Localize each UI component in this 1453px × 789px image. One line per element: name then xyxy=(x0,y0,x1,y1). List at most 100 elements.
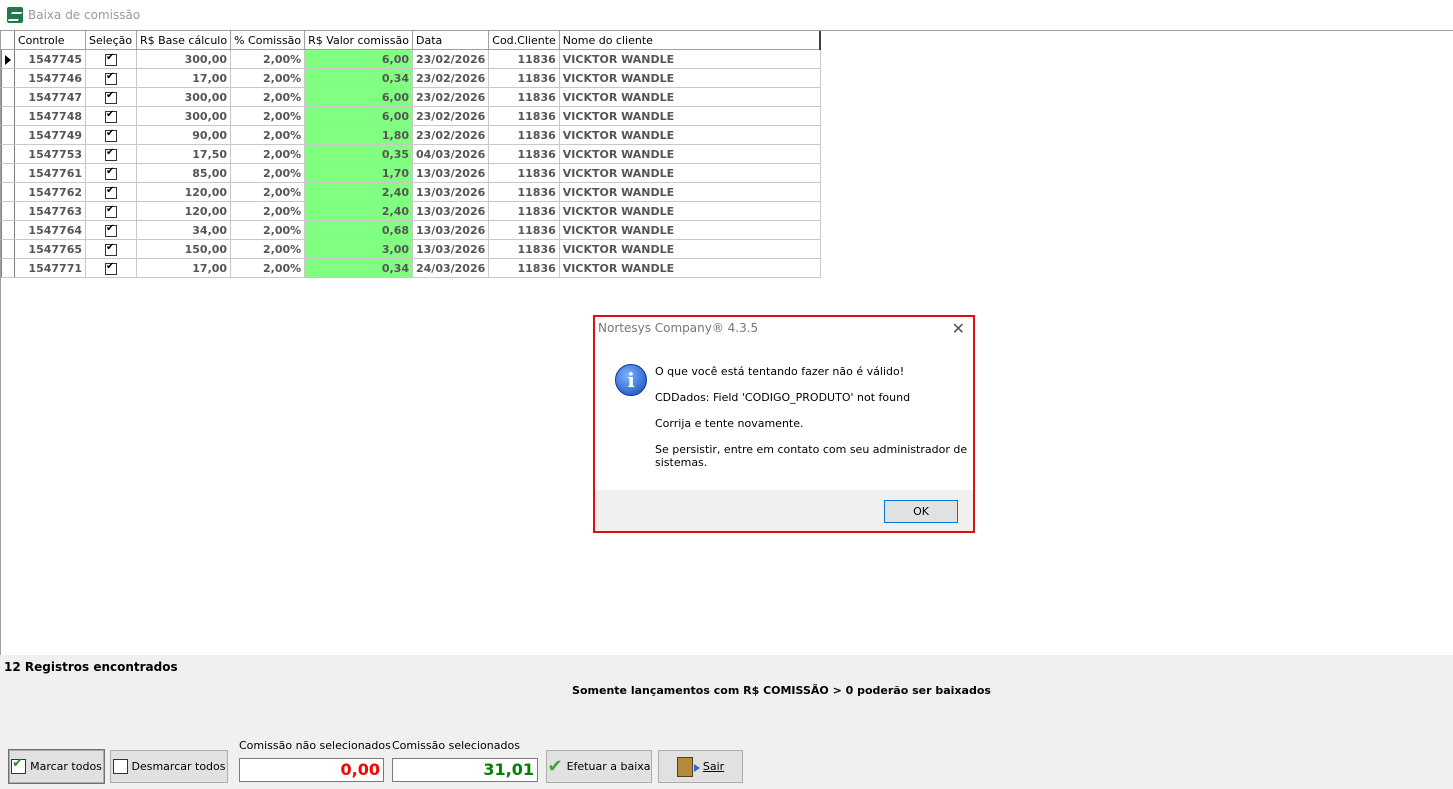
cell-pct: 2,00% xyxy=(230,106,306,126)
cell-controle: 1547764 xyxy=(14,220,86,240)
table-row[interactable]: 1547753 17,502,00%0,3504/03/202611836VICK… xyxy=(1,144,821,164)
cell-data: 23/02/2026 xyxy=(412,68,490,88)
error-dialog: Nortesys Company® 4.3.5 ✕ i O que você e… xyxy=(593,315,975,533)
row-indicator xyxy=(1,220,15,240)
cell-cod-cliente: 11836 xyxy=(488,87,560,107)
row-indicator xyxy=(1,68,15,88)
cell-valor: 6,00 xyxy=(304,87,413,107)
cell-selecao[interactable] xyxy=(85,68,137,88)
cell-selecao[interactable] xyxy=(85,49,137,69)
cell-pct: 2,00% xyxy=(230,68,306,88)
table-row[interactable]: 1547761 85,002,00%1,7013/03/202611836VICK… xyxy=(1,163,821,183)
cell-data: 13/03/2026 xyxy=(412,201,490,221)
cell-cod-cliente: 11836 xyxy=(488,68,560,88)
exit-button[interactable]: Sair xyxy=(658,750,743,783)
row-checkbox[interactable] xyxy=(105,71,117,85)
cell-selecao[interactable] xyxy=(85,258,137,278)
ok-button[interactable]: OK xyxy=(884,500,958,523)
dialog-message-line2: CDDados: Field 'CODIGO_PRODUTO' not foun… xyxy=(655,391,911,404)
row-checkbox[interactable] xyxy=(105,109,117,123)
cell-controle: 1547749 xyxy=(14,125,86,145)
cell-selecao[interactable] xyxy=(85,125,137,145)
dialog-message-line3: Corrija e tente novamente. xyxy=(655,417,804,430)
cell-valor: 6,00 xyxy=(304,106,413,126)
table-row[interactable]: 1547765 150,002,00%3,0013/03/202611836VIC… xyxy=(1,239,821,259)
cell-controle: 1547765 xyxy=(14,239,86,259)
execute-label: Efetuar a baixa xyxy=(566,760,651,773)
col-header-selecao[interactable]: Seleção xyxy=(85,31,137,50)
unmark-all-label: Desmarcar todos xyxy=(131,760,226,773)
cell-selecao[interactable] xyxy=(85,239,137,259)
row-checkbox[interactable] xyxy=(105,90,117,104)
dialog-footer: OK xyxy=(595,490,973,531)
cell-selecao[interactable] xyxy=(85,144,137,164)
cell-selecao[interactable] xyxy=(85,87,137,107)
row-checkbox[interactable] xyxy=(105,204,117,218)
cell-data: 23/02/2026 xyxy=(412,125,490,145)
row-checkbox[interactable] xyxy=(105,185,117,199)
cell-selecao[interactable] xyxy=(85,163,137,183)
row-checkbox[interactable] xyxy=(105,166,117,180)
cell-pct: 2,00% xyxy=(230,182,306,202)
mark-all-button[interactable]: Marcar todos xyxy=(8,749,105,784)
cell-nome-cliente: VICKTOR WANDLE xyxy=(559,182,821,202)
cell-valor: 0,34 xyxy=(304,68,413,88)
cell-selecao[interactable] xyxy=(85,106,137,126)
row-indicator-header xyxy=(1,31,15,50)
table-row[interactable]: 1547749 90,002,00%1,8023/02/202611836VICK… xyxy=(1,125,821,145)
table-row[interactable]: 1547745 300,002,00%6,0023/02/202611836VIC… xyxy=(1,49,821,69)
dialog-title: Nortesys Company® 4.3.5 xyxy=(598,321,759,335)
row-indicator xyxy=(1,87,15,107)
table-row[interactable]: 1547762 120,002,00%2,4013/03/202611836VIC… xyxy=(1,182,821,202)
table-row[interactable]: 1547747 300,002,00%6,0023/02/202611836VIC… xyxy=(1,87,821,107)
row-checkbox[interactable] xyxy=(105,128,117,142)
bottom-panel: 12 Registros encontrados Somente lançame… xyxy=(0,655,1453,789)
row-checkbox[interactable] xyxy=(105,261,117,275)
cell-selecao[interactable] xyxy=(85,182,137,202)
cell-base: 17,00 xyxy=(136,258,232,278)
cell-selecao[interactable] xyxy=(85,220,137,240)
unmark-all-button[interactable]: Desmarcar todos xyxy=(110,750,228,783)
table-row[interactable]: 1547763 120,002,00%2,4013/03/202611836VIC… xyxy=(1,201,821,221)
cell-pct: 2,00% xyxy=(230,239,306,259)
row-checkbox[interactable] xyxy=(105,223,117,237)
cell-pct: 2,00% xyxy=(230,87,306,107)
table-row[interactable]: 1547764 34,002,00%0,6813/03/202611836VICK… xyxy=(1,220,821,240)
row-checkbox[interactable] xyxy=(105,147,117,161)
table-row[interactable]: 1547746 17,002,00%0,3423/02/202611836VICK… xyxy=(1,68,821,88)
row-checkbox[interactable] xyxy=(105,242,117,256)
cell-nome-cliente: VICKTOR WANDLE xyxy=(559,220,821,240)
col-header-pct[interactable]: % Comissão xyxy=(230,31,306,50)
commission-table: Controle Seleção R$ Base cálculo % Comis… xyxy=(1,31,822,278)
cell-base: 90,00 xyxy=(136,125,232,145)
col-header-nome-cliente[interactable]: Nome do cliente xyxy=(559,31,822,50)
table-header-row: Controle Seleção R$ Base cálculo % Comis… xyxy=(1,31,822,50)
cell-valor: 0,68 xyxy=(304,220,413,240)
row-checkbox[interactable] xyxy=(105,52,117,66)
cell-nome-cliente: VICKTOR WANDLE xyxy=(559,201,821,221)
checked-box-icon xyxy=(11,756,27,774)
row-indicator xyxy=(1,201,15,221)
cell-cod-cliente: 11836 xyxy=(488,239,560,259)
table-row[interactable]: 1547771 17,002,00%0,3424/03/202611836VICK… xyxy=(1,258,821,278)
close-icon[interactable]: ✕ xyxy=(952,319,965,338)
unselected-label: Comissão não selecionados xyxy=(239,739,391,752)
cell-selecao[interactable] xyxy=(85,201,137,221)
cell-pct: 2,00% xyxy=(230,258,306,278)
col-header-controle[interactable]: Controle xyxy=(14,31,86,50)
cell-cod-cliente: 11836 xyxy=(488,125,560,145)
dialog-message-line4: Se persistir, entre em contato com seu a… xyxy=(655,443,968,456)
col-header-valor[interactable]: R$ Valor comissão xyxy=(304,31,413,50)
cell-data: 13/03/2026 xyxy=(412,220,490,240)
col-header-base[interactable]: R$ Base cálculo xyxy=(136,31,232,50)
table-body: 1547745300,002,00%6,0023/02/202611836VIC… xyxy=(1,49,821,278)
cell-data: 24/03/2026 xyxy=(412,258,490,278)
cell-base: 300,00 xyxy=(136,49,232,69)
execute-button[interactable]: ✔ Efetuar a baixa xyxy=(546,750,652,783)
col-header-data[interactable]: Data xyxy=(412,31,490,50)
col-header-cod-cliente[interactable]: Cod.Cliente xyxy=(488,31,560,50)
cell-nome-cliente: VICKTOR WANDLE xyxy=(559,258,821,278)
table-row[interactable]: 1547748 300,002,00%6,0023/02/202611836VIC… xyxy=(1,106,821,126)
notice-text: Somente lançamentos com R$ COMISSÃO > 0 … xyxy=(572,684,991,697)
cell-cod-cliente: 11836 xyxy=(488,182,560,202)
